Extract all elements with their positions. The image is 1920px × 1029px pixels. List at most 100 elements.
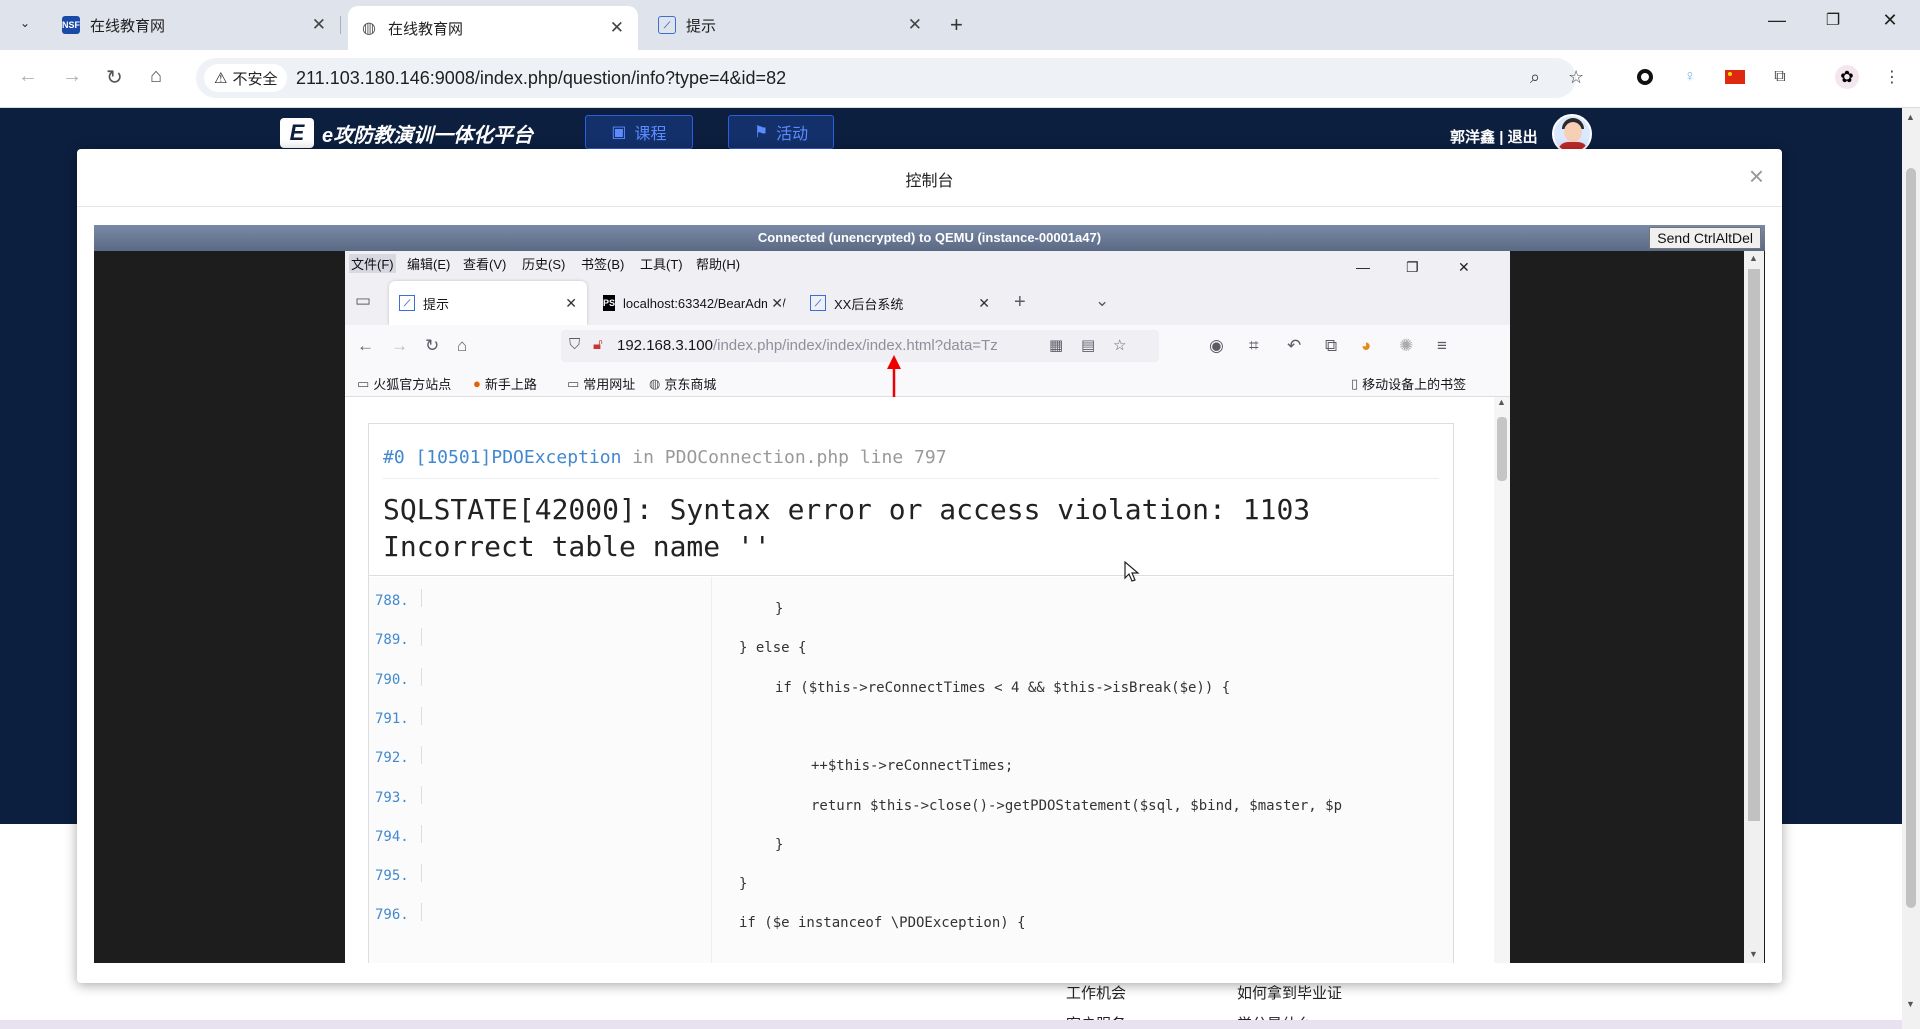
hamburger-menu-icon[interactable]: ≡ — [1437, 336, 1447, 356]
user-area: 郭洋鑫 | 退出 — [1450, 126, 1538, 147]
menu-view[interactable]: 查看(V) — [463, 254, 506, 273]
send-ctrl-alt-del-button[interactable]: Send CtrlAltDel — [1649, 227, 1761, 249]
profile-avatar-icon[interactable]: ✿ — [1835, 65, 1859, 89]
scrollbar-thumb[interactable] — [1748, 269, 1760, 821]
username[interactable]: 郭洋鑫 — [1450, 129, 1495, 146]
menu-help[interactable]: 帮助(H) — [696, 254, 740, 273]
extension-circle-icon[interactable] — [1633, 65, 1657, 89]
close-tab-icon[interactable]: ✕ — [610, 18, 624, 38]
insecure-lock-icon[interactable]: 🔓︎ — [593, 336, 603, 353]
qr-code-icon[interactable]: ▦ — [1049, 336, 1063, 354]
firefox-url-text[interactable]: 192.168.3.100/index.php/index/index/inde… — [617, 337, 1041, 354]
extension-fox-icon[interactable]: ◕ — [1361, 336, 1371, 356]
extension-translate-icon[interactable]: ♀ — [1678, 65, 1702, 89]
book-icon: ▣ — [611, 124, 627, 141]
minimize-icon[interactable]: — — [1762, 10, 1792, 31]
logout-link[interactable]: 退出 — [1508, 129, 1538, 146]
site-brand[interactable]: E e攻防教演训一体化平台 — [280, 118, 533, 148]
extension-grey-icon[interactable]: ✺ — [1399, 336, 1413, 356]
more-menu-icon[interactable]: ⋮ — [1880, 65, 1904, 89]
extension-flag-icon[interactable] — [1723, 65, 1747, 89]
close-tab-icon[interactable]: ✕ — [908, 15, 922, 35]
nav-activities-button[interactable]: ⚑ 活动 — [728, 115, 834, 149]
bookmark-star-icon[interactable]: ☆ — [1568, 67, 1584, 88]
browser-tab-2[interactable]: ◍ 在线教育网 ✕ — [348, 6, 638, 50]
home-icon[interactable]: ⌂ — [150, 65, 162, 88]
url-text[interactable]: 211.103.180.146:9008/index.php/question/… — [296, 68, 786, 89]
mobile-bookmarks[interactable]: ▯ 移动设备上的书签 — [1351, 374, 1466, 393]
zoom-icon[interactable]: ⌕ — [1530, 67, 1540, 88]
warning-icon: ⚠ — [214, 70, 228, 87]
menu-edit[interactable]: 编辑(E) — [407, 254, 450, 273]
shield-icon[interactable]: ⛉ — [569, 336, 580, 353]
menu-bookmarks[interactable]: 书签(B) — [581, 254, 624, 273]
vnc-scrollbar[interactable]: ▲ ▼ — [1744, 251, 1764, 963]
firefox-tab-1[interactable]: ⟋ 提示 ✕ — [389, 281, 587, 325]
line-gutter — [421, 589, 422, 607]
new-tab-button[interactable]: + — [950, 12, 963, 38]
address-bar[interactable]: ⚠ 不安全 211.103.180.146:9008/index.php/que… — [196, 58, 1584, 98]
extensions-puzzle-icon[interactable]: ⧉ — [1768, 65, 1792, 89]
scroll-down-icon[interactable]: ▼ — [1749, 949, 1758, 959]
exception-location: #0 [10501]PDOException in PDOConnection.… — [383, 447, 947, 468]
scroll-up-icon[interactable]: ▲ — [1749, 253, 1758, 263]
new-tab-icon[interactable]: + — [1014, 291, 1026, 314]
line-number: 792. — [375, 750, 409, 767]
firefox-tab-2[interactable]: PS localhost:63342/BearAdmin/ ✕ — [593, 281, 793, 325]
account-icon[interactable]: ◉ — [1209, 336, 1224, 356]
vnc-screen[interactable]: 文件(F) 编辑(E) 查看(V) 历史(S) 书签(B) 工具(T) 帮助(H… — [94, 251, 1765, 963]
scrollbar-thumb[interactable] — [1497, 417, 1507, 481]
extensions-icon[interactable]: ⧉ — [1325, 336, 1337, 356]
restore-icon[interactable]: ❐ — [1818, 10, 1848, 30]
bookmark-item[interactable]: ▭ 常用网址 — [567, 374, 635, 393]
close-window-icon[interactable]: ✕ — [1875, 10, 1905, 31]
nav-courses-button[interactable]: ▣ 课程 — [585, 115, 693, 149]
menu-history[interactable]: 历史(S) — [522, 254, 565, 273]
undo-icon[interactable]: ↶ — [1287, 336, 1301, 356]
menu-tools[interactable]: 工具(T) — [640, 254, 683, 273]
scroll-up-icon[interactable]: ▲ — [1906, 112, 1915, 122]
forward-icon[interactable]: → — [62, 65, 82, 88]
close-tab-icon[interactable]: ✕ — [312, 15, 326, 35]
list-tabs-icon[interactable]: ⌄ — [1095, 291, 1109, 311]
close-tab-icon[interactable]: ✕ — [565, 295, 577, 312]
vnc-status-text: Connected (unencrypted) to QEMU (instanc… — [757, 230, 1102, 245]
footer-link[interactable]: 工作机会 — [1066, 982, 1126, 1003]
modal-divider — [77, 206, 1782, 207]
reader-view-icon[interactable]: ▤ — [1081, 336, 1095, 354]
browser-tab-3[interactable]: ⟋ 提示 ✕ — [646, 6, 936, 44]
modal-close-button[interactable]: × — [1749, 161, 1764, 192]
line-number: 795. — [375, 868, 409, 885]
security-label: 不安全 — [232, 70, 278, 88]
security-chip[interactable]: ⚠ 不安全 — [204, 64, 288, 92]
screenshot-crop-icon[interactable]: ⌗ — [1249, 336, 1259, 356]
content-scrollbar[interactable]: ▲ — [1494, 397, 1510, 963]
remote-firefox-window[interactable]: 文件(F) 编辑(E) 查看(V) 历史(S) 书签(B) 工具(T) 帮助(H… — [345, 251, 1510, 963]
reload-icon[interactable]: ↻ — [425, 336, 439, 356]
exception-class[interactable]: PDOException — [491, 447, 621, 468]
footer-link[interactable]: 如何拿到毕业证 — [1237, 982, 1342, 1003]
scroll-up-icon[interactable]: ▲ — [1497, 397, 1506, 407]
tab-overview-icon[interactable]: ▭ — [355, 291, 371, 311]
scrollbar-thumb[interactable] — [1906, 168, 1916, 908]
firefox-url-bar[interactable]: ⛉ 🔓︎ 192.168.3.100/index.php/index/index… — [561, 330, 1159, 362]
back-icon[interactable]: ← — [357, 336, 374, 356]
avatar[interactable] — [1552, 114, 1592, 154]
reload-icon[interactable]: ↻ — [106, 65, 123, 90]
bookmark-item[interactable]: ◍ 京东商城 — [649, 374, 716, 393]
page-scrollbar[interactable]: ▲ ▼ — [1902, 108, 1920, 1029]
bookmark-star-icon[interactable]: ☆ — [1113, 336, 1126, 354]
back-icon[interactable]: ← — [18, 65, 38, 88]
forward-icon[interactable]: → — [391, 336, 408, 356]
bookmark-item[interactable]: ▭ 火狐官方站点 — [357, 374, 451, 393]
bookmark-item[interactable]: ● 新手上路 — [473, 374, 537, 393]
scroll-down-icon[interactable]: ▼ — [1906, 999, 1915, 1009]
menu-file[interactable]: 文件(F) — [349, 254, 396, 273]
firefox-tab-3[interactable]: ⟋ XX后台系统 ✕ — [800, 281, 1000, 325]
home-icon[interactable]: ⌂ — [457, 336, 467, 356]
browser-tab-1[interactable]: NSF 在线教育网 ✕ — [50, 6, 341, 44]
tab-search-button[interactable]: ⌄ — [10, 8, 40, 38]
code-text: if ($this->reConnectTimes < 4 && $this->… — [775, 679, 1231, 696]
close-tab-icon[interactable]: ✕ — [978, 295, 990, 312]
close-tab-icon[interactable]: ✕ — [767, 294, 783, 312]
